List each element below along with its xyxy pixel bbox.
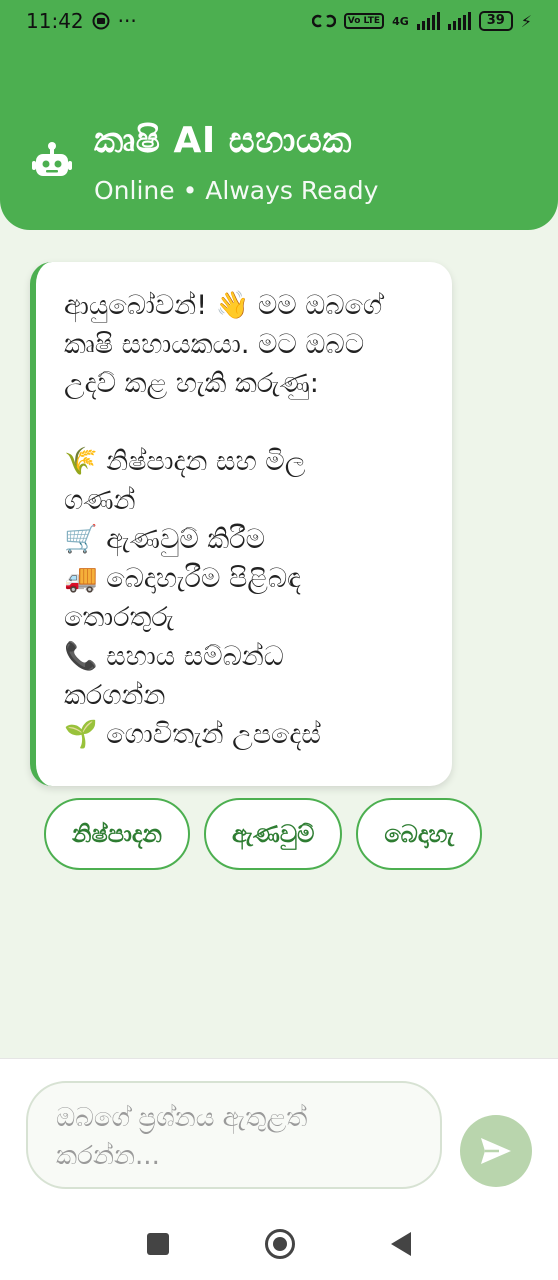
message-line: 🌱 ගොවිතැන් උපදෙස් xyxy=(64,719,321,750)
volte-badge: Vo LTE xyxy=(343,13,385,29)
message-line: 🚚 බෙදාහැරීම පිළිබඳ xyxy=(64,563,301,594)
input-placeholder-line2: කරන්න... xyxy=(56,1141,160,1171)
message-input[interactable]: ඔබගේ ප්‍රශ්නය ඇතුළත් කරන්න... xyxy=(26,1081,442,1189)
message-line: කරගන්න xyxy=(64,680,166,711)
message-line: උදව් කළ හැකි කරුණු: xyxy=(64,368,319,399)
app-subtitle: Online • Always Ready xyxy=(94,176,379,205)
send-icon xyxy=(481,1138,511,1164)
status-more-icon: ··· xyxy=(117,9,137,33)
network-type-label: 4G xyxy=(392,14,409,28)
status-bar: 11:42 ··· Vo LTE 4G 39 ⚡ xyxy=(0,0,558,42)
bot-message-bubble: ආයුබෝවන්! 👋 මම ඔබගේ කෘෂි සහායකයා. මට ඔබට… xyxy=(30,262,452,786)
battery-icon: 39 xyxy=(478,11,513,31)
message-line: 🌾 නිෂ්පාදන සහ මිල xyxy=(64,446,306,477)
message-line: කෘෂි සහායකයා. මට ඔබට xyxy=(64,329,365,360)
system-nav-bar xyxy=(0,1208,558,1280)
input-placeholder-line1: ඔබගේ ප්‍රශ්නය ඇතුළත් xyxy=(56,1103,308,1133)
message-line: ආයුබෝවන්! 👋 මම ඔබගේ xyxy=(64,290,383,321)
send-button[interactable] xyxy=(460,1115,532,1187)
quick-reply-products[interactable]: නිෂ්පාදන xyxy=(44,798,191,870)
back-icon[interactable] xyxy=(391,1232,411,1256)
link-icon xyxy=(311,12,336,30)
status-time: 11:42 xyxy=(26,9,84,33)
charging-icon: ⚡ xyxy=(520,11,532,31)
robot-icon xyxy=(30,140,74,184)
message-line: 🛒 ඇණවුම් කිරීම xyxy=(64,524,266,555)
notification-icon xyxy=(92,12,110,30)
message-line: 📞 සහාය සම්බන්ධ xyxy=(64,641,284,672)
signal-icon xyxy=(416,12,440,30)
signal-icon-2 xyxy=(447,12,471,30)
quick-reply-bar[interactable]: නිෂ්පාදන ඇණවුම් බෙදාහැ xyxy=(44,798,528,872)
quick-reply-delivery[interactable]: බෙදාහැ xyxy=(356,798,483,870)
quick-reply-orders[interactable]: ඇණවුම් xyxy=(204,798,343,870)
home-icon[interactable] xyxy=(265,1229,295,1259)
message-line: ගණන් xyxy=(64,485,136,516)
app-title: කෘෂි AI සහායක xyxy=(94,120,352,161)
recents-icon[interactable] xyxy=(147,1233,169,1255)
app-header: 11:42 ··· Vo LTE 4G 39 ⚡ කෘෂි AI සහායක O… xyxy=(0,0,558,230)
message-line: තොරතුරු xyxy=(64,602,174,633)
message-composer: ඔබගේ ප්‍රශ්නය ඇතුළත් කරන්න... xyxy=(0,1058,558,1208)
